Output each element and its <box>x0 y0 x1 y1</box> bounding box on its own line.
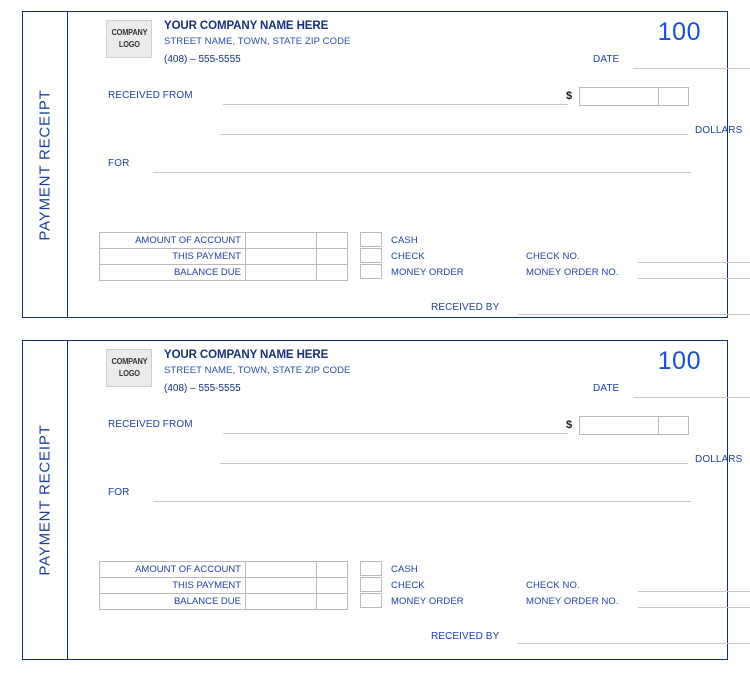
company-address: STREET NAME, TOWN, STATE ZIP CODE <box>164 36 351 47</box>
company-logo-placeholder: COMPANY LOGO <box>106 349 152 387</box>
balance-due-cents[interactable] <box>316 593 348 610</box>
this-payment-value[interactable] <box>245 577 317 594</box>
company-phone: (408) – 555-5555 <box>164 54 241 65</box>
money-order-no-label: MONEY ORDER NO. <box>526 267 619 278</box>
this-payment-cents[interactable] <box>316 577 348 594</box>
cash-checkbox[interactable] <box>360 561 382 576</box>
receipt-number: 100 <box>657 18 701 46</box>
check-no-input-line[interactable] <box>638 591 750 592</box>
amount-words-input-line[interactable] <box>220 463 688 464</box>
received-by-label: RECEIVED BY <box>431 631 500 642</box>
balance-due-label: BALANCE DUE <box>99 264 246 281</box>
balance-due-label: BALANCE DUE <box>99 593 246 610</box>
payment-receipt-copy-2: PAYMENT RECEIPT COMPANY LOGO YOUR COMPAN… <box>22 340 750 660</box>
amount-entry-box[interactable] <box>579 87 689 106</box>
money-order-no-input-line[interactable] <box>638 607 750 608</box>
balance-due-value[interactable] <box>245 264 317 281</box>
this-payment-cents[interactable] <box>316 248 348 265</box>
amount-cents-divider <box>658 417 659 434</box>
check-no-input-line[interactable] <box>638 262 750 263</box>
cash-label: CASH <box>391 564 418 575</box>
dollar-sign-symbol: $ <box>566 90 573 102</box>
received-from-input-line[interactable] <box>223 433 568 434</box>
received-by-input-line[interactable] <box>518 314 750 315</box>
account-amounts-table: AMOUNT OF ACCOUNT THIS PAYMENT BALANCE D… <box>99 561 348 610</box>
amount-of-account-value[interactable] <box>245 561 317 578</box>
balance-due-value[interactable] <box>245 593 317 610</box>
company-name: YOUR COMPANY NAME HERE <box>164 20 329 32</box>
receipt-body: COMPANY LOGO YOUR COMPANY NAME HERE STRE… <box>68 341 750 659</box>
dollar-sign-symbol: $ <box>566 419 573 431</box>
receipt-number: 100 <box>657 347 701 375</box>
money-order-checkbox[interactable] <box>360 264 382 279</box>
check-checkbox[interactable] <box>360 248 382 263</box>
account-amounts-table: AMOUNT OF ACCOUNT THIS PAYMENT BALANCE D… <box>99 232 348 281</box>
date-label: DATE <box>593 383 620 394</box>
table-row: BALANCE DUE <box>99 264 348 281</box>
company-name: YOUR COMPANY NAME HERE <box>164 349 329 361</box>
receipt-stub: PAYMENT RECEIPT <box>23 341 68 659</box>
date-label: DATE <box>593 54 620 65</box>
money-order-no-label: MONEY ORDER NO. <box>526 596 619 607</box>
date-input-line[interactable] <box>633 68 750 69</box>
received-from-label: RECEIVED FROM <box>108 419 193 430</box>
payment-receipt-copy-1: PAYMENT RECEIPT COMPANY LOGO YOUR COMPAN… <box>22 11 750 318</box>
check-label: CHECK <box>391 251 425 262</box>
received-by-input-line[interactable] <box>518 643 750 644</box>
amount-words-input-line[interactable] <box>220 134 688 135</box>
company-logo-line-2: LOGO <box>118 40 140 49</box>
for-input-line[interactable] <box>153 172 691 173</box>
money-order-label: MONEY ORDER <box>391 267 464 278</box>
amount-of-account-label: AMOUNT OF ACCOUNT <box>99 232 246 249</box>
table-row: BALANCE DUE <box>99 593 348 610</box>
table-row: THIS PAYMENT <box>99 248 348 265</box>
receipt-stub: PAYMENT RECEIPT <box>23 12 68 317</box>
for-label: FOR <box>108 487 130 498</box>
amount-of-account-cents[interactable] <box>316 232 348 249</box>
receipt-body: COMPANY LOGO YOUR COMPANY NAME HERE STRE… <box>68 12 750 317</box>
amount-of-account-value[interactable] <box>245 232 317 249</box>
money-order-label: MONEY ORDER <box>391 596 464 607</box>
company-logo-line-1: COMPANY <box>111 28 147 37</box>
dollars-label: DOLLARS <box>695 125 743 136</box>
company-logo-line-2: LOGO <box>118 369 140 378</box>
table-row: AMOUNT OF ACCOUNT <box>99 232 348 249</box>
table-row: AMOUNT OF ACCOUNT <box>99 561 348 578</box>
for-label: FOR <box>108 158 130 169</box>
date-input-line[interactable] <box>633 397 750 398</box>
received-by-label: RECEIVED BY <box>431 302 500 313</box>
company-logo-placeholder: COMPANY LOGO <box>106 20 152 58</box>
company-address: STREET NAME, TOWN, STATE ZIP CODE <box>164 365 351 376</box>
receipt-stub-label: PAYMENT RECEIPT <box>36 88 54 241</box>
check-checkbox[interactable] <box>360 577 382 592</box>
cash-checkbox[interactable] <box>360 232 382 247</box>
table-row: THIS PAYMENT <box>99 577 348 594</box>
check-label: CHECK <box>391 580 425 591</box>
this-payment-label: THIS PAYMENT <box>99 248 246 265</box>
this-payment-value[interactable] <box>245 248 317 265</box>
money-order-no-input-line[interactable] <box>638 278 750 279</box>
receipt-page: PAYMENT RECEIPT COMPANY LOGO YOUR COMPAN… <box>0 0 750 678</box>
amount-cents-divider <box>658 88 659 105</box>
received-from-input-line[interactable] <box>223 104 568 105</box>
this-payment-label: THIS PAYMENT <box>99 577 246 594</box>
money-order-checkbox[interactable] <box>360 593 382 608</box>
cash-label: CASH <box>391 235 418 246</box>
company-phone: (408) – 555-5555 <box>164 383 241 394</box>
for-input-line[interactable] <box>153 501 691 502</box>
amount-entry-box[interactable] <box>579 416 689 435</box>
check-no-label: CHECK NO. <box>526 251 580 262</box>
amount-of-account-cents[interactable] <box>316 561 348 578</box>
received-from-label: RECEIVED FROM <box>108 90 193 101</box>
check-no-label: CHECK NO. <box>526 580 580 591</box>
dollars-label: DOLLARS <box>695 454 743 465</box>
company-logo-line-1: COMPANY <box>111 357 147 366</box>
balance-due-cents[interactable] <box>316 264 348 281</box>
amount-of-account-label: AMOUNT OF ACCOUNT <box>99 561 246 578</box>
receipt-stub-label: PAYMENT RECEIPT <box>36 424 54 576</box>
